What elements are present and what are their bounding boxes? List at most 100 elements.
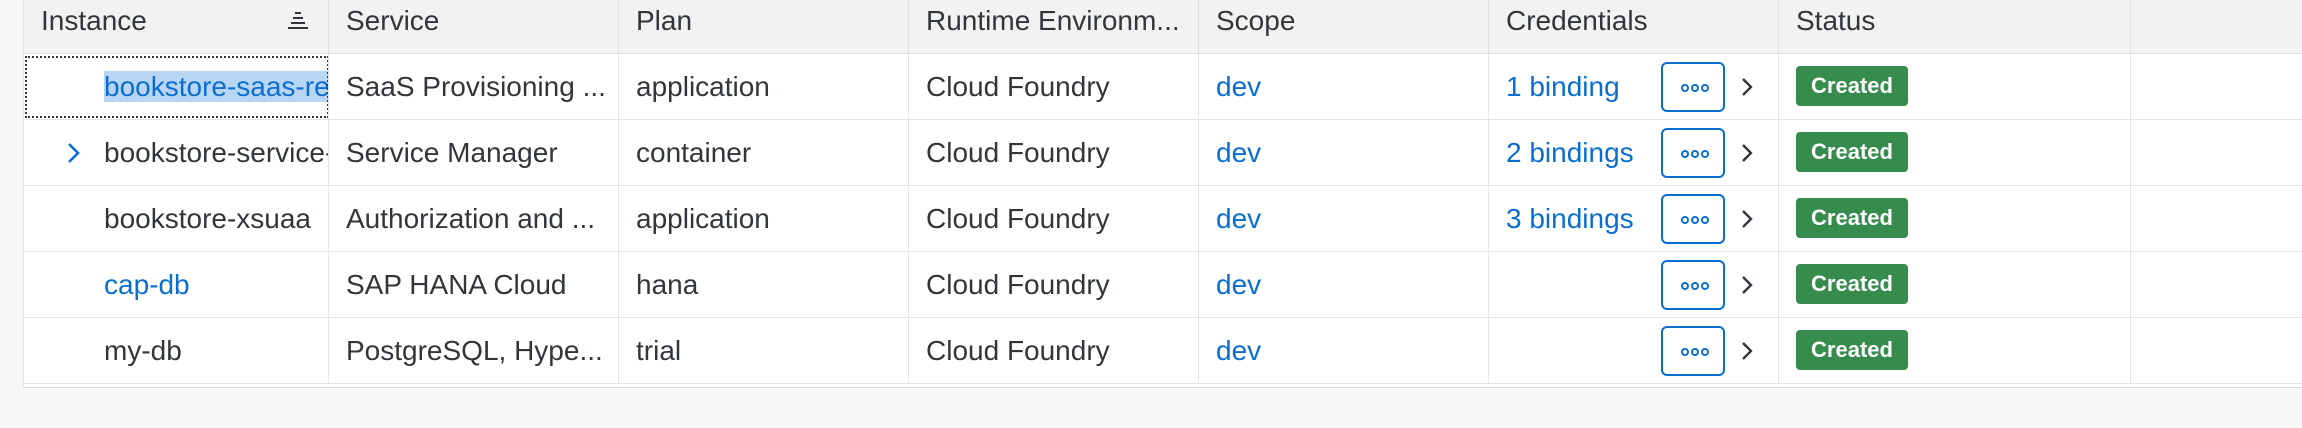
column-header-credentials[interactable]: Credentials bbox=[1489, 0, 1779, 54]
scope-link[interactable]: dev bbox=[1216, 203, 1261, 234]
column-header-label: Status bbox=[1796, 5, 1876, 36]
status-cell: Created bbox=[1779, 186, 2131, 252]
service-cell: SaaS Provisioning ... bbox=[329, 54, 619, 120]
instance-link[interactable]: cap-db bbox=[104, 269, 190, 300]
plan-name: hana bbox=[636, 269, 699, 300]
service-instances-table: Instance Service Plan Runtime Environm..… bbox=[23, 0, 2302, 388]
column-header-service[interactable]: Service bbox=[329, 0, 619, 54]
actions-button[interactable] bbox=[1661, 128, 1725, 178]
sort-descending-icon[interactable] bbox=[287, 10, 309, 32]
instance-name: my-db bbox=[104, 335, 182, 366]
scope-link[interactable]: dev bbox=[1216, 269, 1261, 300]
runtime-name: Cloud Foundry bbox=[926, 137, 1110, 168]
column-header-label: Service bbox=[346, 5, 440, 36]
plan-cell: application bbox=[619, 186, 909, 252]
column-header-scope[interactable]: Scope bbox=[1199, 0, 1489, 54]
service-name: PostgreSQL, Hype... bbox=[346, 335, 603, 366]
credentials-link[interactable]: 1 binding bbox=[1506, 71, 1620, 102]
column-header-plan[interactable]: Plan bbox=[619, 0, 909, 54]
instance-cell[interactable]: bookstore-saas-registry bbox=[24, 54, 329, 120]
status-cell: Created bbox=[1779, 54, 2131, 120]
service-name: Service Manager bbox=[346, 137, 558, 168]
credentials-cell: 3 bindings bbox=[1489, 186, 1779, 252]
scope-link[interactable]: dev bbox=[1216, 335, 1261, 366]
credentials-cell: 2 bindings bbox=[1489, 120, 1779, 186]
plan-cell: application bbox=[619, 54, 909, 120]
instance-cell[interactable]: bookstore-xsuaa bbox=[24, 186, 329, 252]
plan-cell: trial bbox=[619, 318, 909, 384]
scope-cell: dev bbox=[1199, 120, 1489, 186]
service-cell: PostgreSQL, Hype... bbox=[329, 318, 619, 384]
credentials-cell: 1 binding bbox=[1489, 54, 1779, 120]
service-name: SaaS Provisioning ... bbox=[346, 71, 606, 102]
table-row[interactable]: cap-db SAP HANA Cloud hana Cloud Foundry… bbox=[24, 252, 2302, 318]
runtime-cell: Cloud Foundry bbox=[909, 186, 1199, 252]
column-header-instance[interactable]: Instance bbox=[24, 0, 329, 54]
scope-link[interactable]: dev bbox=[1216, 71, 1261, 102]
instance-name: bookstore-service-manager bbox=[104, 137, 329, 168]
runtime-name: Cloud Foundry bbox=[926, 269, 1110, 300]
service-cell: SAP HANA Cloud bbox=[329, 252, 619, 318]
chevron-right-icon[interactable] bbox=[1737, 72, 1757, 102]
runtime-cell: Cloud Foundry bbox=[909, 54, 1199, 120]
runtime-cell: Cloud Foundry bbox=[909, 252, 1199, 318]
credentials-cell bbox=[1489, 318, 1779, 384]
plan-cell: hana bbox=[619, 252, 909, 318]
chevron-right-icon[interactable] bbox=[1737, 270, 1757, 300]
chevron-right-icon[interactable] bbox=[62, 140, 86, 166]
scope-cell: dev bbox=[1199, 186, 1489, 252]
chevron-right-icon[interactable] bbox=[1737, 336, 1757, 366]
overflow-dots-icon bbox=[1681, 84, 1709, 92]
credentials-link[interactable]: 2 bindings bbox=[1506, 137, 1634, 168]
table-row[interactable]: bookstore-saas-registry SaaS Provisionin… bbox=[24, 54, 2302, 120]
instance-cell[interactable]: bookstore-service-manager bbox=[24, 120, 329, 186]
chevron-right-icon[interactable] bbox=[1737, 138, 1757, 168]
runtime-cell: Cloud Foundry bbox=[909, 120, 1199, 186]
credentials-link[interactable]: 3 bindings bbox=[1506, 203, 1634, 234]
service-cell: Authorization and ... bbox=[329, 186, 619, 252]
plan-name: application bbox=[636, 71, 770, 102]
scope-link[interactable]: dev bbox=[1216, 137, 1261, 168]
instance-name: bookstore-xsuaa bbox=[104, 203, 312, 234]
actions-button[interactable] bbox=[1661, 326, 1725, 376]
status-badge: Created bbox=[1796, 66, 1908, 106]
table-header: Instance Service Plan Runtime Environm..… bbox=[24, 0, 2302, 54]
status-badge: Created bbox=[1796, 198, 1908, 238]
actions-button[interactable] bbox=[1661, 194, 1725, 244]
overflow-dots-icon bbox=[1681, 348, 1709, 356]
runtime-cell: Cloud Foundry bbox=[909, 318, 1199, 384]
runtime-name: Cloud Foundry bbox=[926, 335, 1110, 366]
plan-name: application bbox=[636, 203, 770, 234]
table-row[interactable]: bookstore-service-manager Service Manage… bbox=[24, 120, 2302, 186]
plan-cell: container bbox=[619, 120, 909, 186]
column-header-runtime[interactable]: Runtime Environm... bbox=[909, 0, 1199, 54]
status-cell: Created bbox=[1779, 318, 2131, 384]
status-badge: Created bbox=[1796, 330, 1908, 370]
service-name: SAP HANA Cloud bbox=[346, 269, 567, 300]
status-badge: Created bbox=[1796, 132, 1908, 172]
status-cell: Created bbox=[1779, 120, 2131, 186]
plan-name: trial bbox=[636, 335, 682, 366]
instance-cell[interactable]: my-db bbox=[24, 318, 329, 384]
actions-button[interactable] bbox=[1661, 260, 1725, 310]
chevron-right-icon[interactable] bbox=[1737, 204, 1757, 234]
plan-name: container bbox=[636, 137, 752, 168]
table-row[interactable]: bookstore-xsuaa Authorization and ... ap… bbox=[24, 186, 2302, 252]
column-header-label: Instance bbox=[41, 5, 147, 36]
status-cell: Created bbox=[1779, 252, 2131, 318]
runtime-name: Cloud Foundry bbox=[926, 203, 1110, 234]
column-header-label: Scope bbox=[1216, 5, 1296, 36]
status-badge: Created bbox=[1796, 264, 1908, 304]
scope-cell: dev bbox=[1199, 54, 1489, 120]
instance-cell[interactable]: cap-db bbox=[24, 252, 329, 318]
scope-cell: dev bbox=[1199, 252, 1489, 318]
column-header-status[interactable]: Status bbox=[1779, 0, 2131, 54]
instance-name[interactable]: bookstore-saas-registry bbox=[104, 71, 328, 102]
overflow-dots-icon bbox=[1681, 282, 1709, 290]
table-row[interactable]: my-db PostgreSQL, Hype... trial Cloud Fo… bbox=[24, 318, 2302, 384]
actions-button[interactable] bbox=[1661, 62, 1725, 112]
column-header-label: Runtime Environm... bbox=[926, 5, 1180, 36]
scope-cell: dev bbox=[1199, 318, 1489, 384]
column-header-label: Plan bbox=[636, 5, 693, 36]
credentials-cell bbox=[1489, 252, 1779, 318]
